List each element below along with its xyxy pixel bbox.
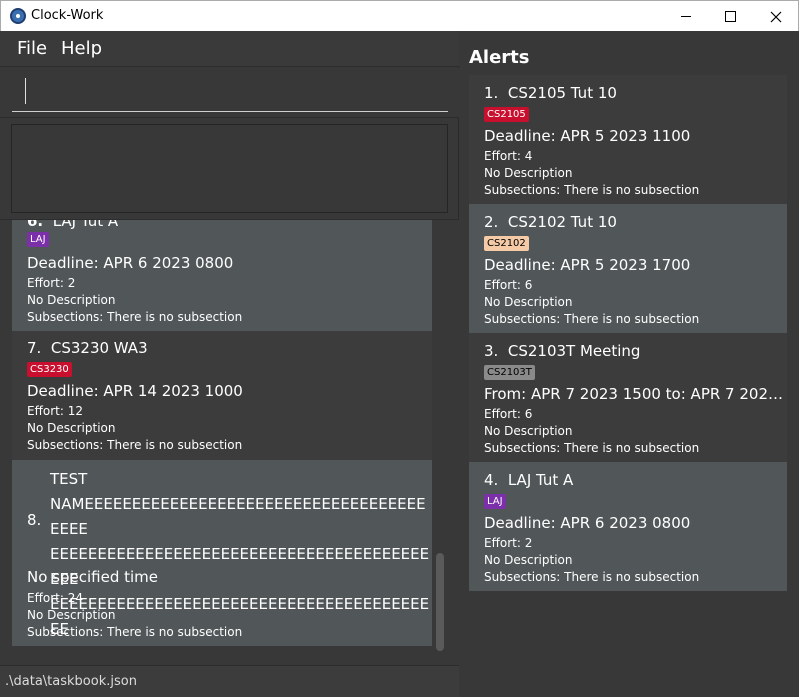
maximize-icon bbox=[724, 11, 736, 22]
task-deadline: Deadline: APR 14 2023 1000 bbox=[27, 382, 243, 400]
alert-description: No Description bbox=[484, 166, 573, 180]
minimize-button[interactable] bbox=[663, 1, 709, 31]
task-card[interactable]: 8. TEST NAMEEEEEEEEEEEEEEEEEEEEEEEEEEEEE… bbox=[12, 460, 432, 646]
task-subsections: Subsections: There is no subsection bbox=[27, 438, 243, 452]
task-description: No Description bbox=[27, 293, 116, 307]
task-name: 7. CS3230 WA3 bbox=[27, 339, 148, 357]
alert-deadline: Deadline: APR 5 2023 1100 bbox=[484, 127, 691, 145]
alert-deadline: From: APR 7 2023 1500 to: APR 7 2023 ... bbox=[484, 385, 784, 403]
task-tag: LAJ bbox=[27, 232, 49, 247]
task-description: No Description bbox=[27, 421, 116, 435]
task-list[interactable]: 6. LAJ Tut A LAJ Deadline: APR 6 2023 08… bbox=[12, 220, 432, 654]
task-effort: Effort: 12 bbox=[27, 404, 83, 418]
window-title: Clock-Work bbox=[31, 8, 104, 23]
task-deadline: No specified time bbox=[27, 568, 159, 586]
minimize-icon bbox=[681, 16, 691, 17]
menu-bar: File Help bbox=[0, 31, 459, 67]
alert-card[interactable]: 2. CS2102 Tut 10 CS2102 Deadline: APR 5 … bbox=[469, 204, 787, 333]
menu-file[interactable]: File bbox=[17, 38, 47, 59]
task-index: 8. bbox=[27, 511, 42, 529]
alert-effort: Effort: 6 bbox=[484, 407, 533, 421]
alert-tag: LAJ bbox=[484, 494, 506, 509]
alert-subsections: Subsections: There is no subsection bbox=[484, 570, 700, 584]
alerts-panel: Alerts 1. CS2105 Tut 10 CS2105 Deadline:… bbox=[460, 31, 799, 697]
alert-card[interactable]: 1. CS2105 Tut 10 CS2105 Deadline: APR 5 … bbox=[469, 75, 787, 204]
maximize-button[interactable] bbox=[707, 1, 753, 31]
window-titlebar[interactable]: Clock-Work bbox=[0, 0, 799, 31]
task-effort: Effort: 24 bbox=[27, 591, 83, 605]
task-list-panel: 6. LAJ Tut A LAJ Deadline: APR 6 2023 08… bbox=[0, 219, 459, 665]
task-subsections: Subsections: There is no subsection bbox=[27, 625, 243, 639]
alert-subsections: Subsections: There is no subsection bbox=[484, 183, 700, 197]
alert-card[interactable]: 3. CS2103T Meeting CS2103T From: APR 7 2… bbox=[469, 333, 787, 462]
alert-name: 1. CS2105 Tut 10 bbox=[484, 84, 617, 102]
task-description: No Description bbox=[27, 608, 116, 622]
alert-subsections: Subsections: There is no subsection bbox=[484, 441, 700, 455]
task-card[interactable]: 7. CS3230 WA3 CS3230 Deadline: APR 14 20… bbox=[12, 331, 432, 460]
alert-description: No Description bbox=[484, 295, 573, 309]
alert-effort: Effort: 2 bbox=[484, 536, 533, 550]
alert-description: No Description bbox=[484, 424, 573, 438]
alert-subsections: Subsections: There is no subsection bbox=[484, 312, 700, 326]
clock-app-icon bbox=[10, 8, 26, 24]
result-display bbox=[11, 124, 448, 213]
alert-effort: Effort: 4 bbox=[484, 149, 533, 163]
alert-effort: Effort: 6 bbox=[484, 278, 533, 292]
menu-help[interactable]: Help bbox=[61, 38, 102, 59]
task-list-scrollbar[interactable] bbox=[435, 220, 445, 654]
status-bar: .\data\taskbook.json bbox=[0, 665, 459, 697]
alerts-title: Alerts bbox=[469, 47, 530, 68]
alert-description: No Description bbox=[484, 553, 573, 567]
alert-name: 2. CS2102 Tut 10 bbox=[484, 213, 617, 231]
alert-card[interactable]: 4. LAJ Tut A LAJ Deadline: APR 6 2023 08… bbox=[469, 462, 787, 591]
task-name: 6. LAJ Tut A bbox=[27, 220, 119, 230]
alert-deadline: Deadline: APR 5 2023 1700 bbox=[484, 256, 691, 274]
task-tag: CS3230 bbox=[27, 362, 72, 377]
command-box bbox=[0, 68, 459, 118]
scrollbar-thumb[interactable] bbox=[436, 553, 444, 651]
save-file-path: .\data\taskbook.json bbox=[5, 674, 137, 689]
left-pane: File Help 6. LAJ Tut A LAJ Deadline: APR… bbox=[0, 31, 459, 697]
alert-name: 3. CS2103T Meeting bbox=[484, 342, 641, 360]
task-effort: Effort: 2 bbox=[27, 276, 76, 290]
task-card[interactable]: 6. LAJ Tut A LAJ Deadline: APR 6 2023 08… bbox=[12, 220, 432, 331]
command-input[interactable] bbox=[12, 77, 448, 112]
alert-deadline: Deadline: APR 6 2023 0800 bbox=[484, 514, 691, 532]
alert-name: 4. LAJ Tut A bbox=[484, 471, 574, 489]
task-subsections: Subsections: There is no subsection bbox=[27, 310, 243, 324]
alert-tag: CS2103T bbox=[484, 365, 535, 380]
alert-tag: CS2105 bbox=[484, 107, 529, 122]
task-deadline: Deadline: APR 6 2023 0800 bbox=[27, 254, 234, 272]
alert-tag: CS2102 bbox=[484, 236, 529, 251]
text-caret bbox=[25, 78, 26, 104]
close-button[interactable] bbox=[753, 1, 799, 31]
close-icon bbox=[770, 11, 782, 22]
